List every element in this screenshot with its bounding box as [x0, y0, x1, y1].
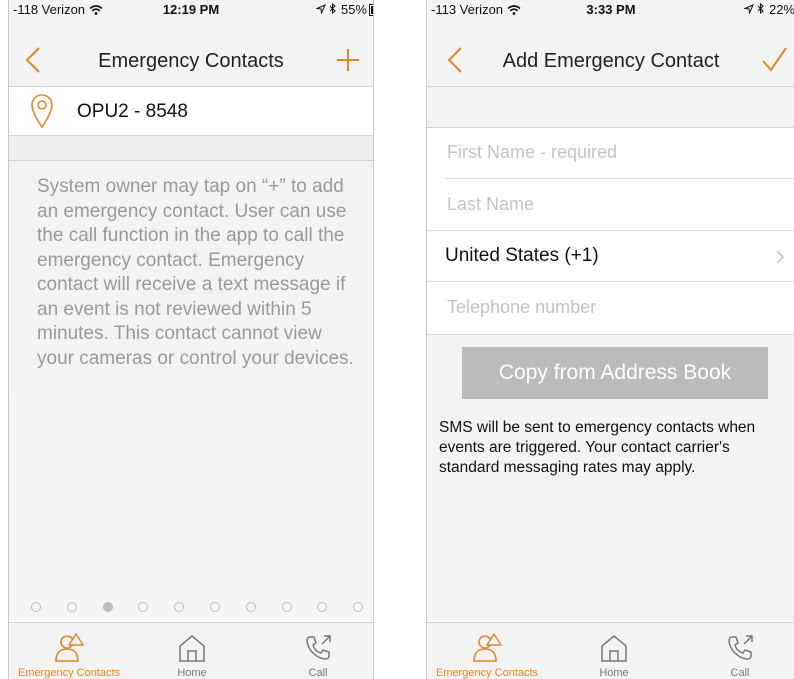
page-dot[interactable]: [353, 602, 364, 612]
page-dot[interactable]: [281, 602, 292, 612]
emergency-contacts-screen: -118 Verizon 12:19 PM 55% Emergency Cont…: [8, 0, 374, 679]
info-text: System owner may tap on “+” to add an em…: [37, 176, 354, 369]
battery-percent: 22%: [768, 2, 794, 17]
location-row[interactable]: OPU2 - 8548: [9, 87, 373, 136]
save-contact-button[interactable]: [757, 42, 791, 78]
person-alert-icon: [473, 632, 503, 662]
home-icon: [601, 635, 627, 662]
chevron-left-icon: [447, 47, 462, 73]
location-name: OPU2 - 8548: [77, 101, 188, 122]
empty-area: [9, 397, 373, 621]
nav-bar: Add Emergency Contact: [427, 20, 794, 87]
battery-percent: 55%: [340, 2, 367, 17]
tab-emergency-contacts[interactable]: Emergency Contacts: [9, 623, 129, 679]
page-dot[interactable]: [102, 602, 113, 612]
tab-label: Emergency Contacts: [435, 667, 539, 679]
tab-call[interactable]: Call: [685, 623, 794, 679]
location-arrow-icon: [742, 4, 754, 15]
page-dot[interactable]: [174, 602, 185, 612]
page-dot[interactable]: [317, 602, 328, 612]
last-name-row: [427, 180, 794, 231]
bluetooth-icon: [329, 2, 337, 15]
page-dot[interactable]: [31, 602, 41, 612]
tab-home[interactable]: Home: [137, 623, 247, 679]
status-right: 55%: [314, 2, 373, 17]
location-pin-icon: [31, 94, 53, 129]
bluetooth-icon: [757, 2, 765, 15]
first-name-row: [427, 128, 794, 179]
tab-label: Call: [308, 667, 328, 679]
info-panel: System owner may tap on “+” to add an em…: [9, 161, 373, 397]
page-title: Emergency Contacts: [98, 50, 284, 72]
page-dot[interactable]: [245, 602, 256, 612]
chevron-right-icon: [776, 250, 785, 264]
location-arrow-icon: [314, 4, 326, 15]
telephone-row: [427, 283, 794, 334]
phone-call-icon: [728, 635, 753, 660]
tab-label: Emergency Contacts: [17, 667, 121, 679]
country-code-selector[interactable]: United States (+1): [427, 231, 794, 282]
page-title: Add Emergency Contact: [502, 50, 720, 72]
add-contact-button[interactable]: [331, 42, 365, 78]
tab-bar: Emergency Contacts Home Call: [427, 622, 794, 679]
plus-icon: [337, 49, 359, 71]
divider: [445, 178, 794, 179]
last-name-field[interactable]: [445, 193, 785, 216]
tab-home[interactable]: Home: [559, 623, 669, 679]
page-indicator[interactable]: [9, 602, 373, 616]
nav-bar: Emergency Contacts: [9, 20, 373, 87]
tab-call[interactable]: Call: [263, 623, 373, 679]
clock: 3:33 PM: [586, 2, 636, 17]
home-icon: [179, 635, 205, 662]
battery-icon: [369, 4, 373, 16]
divider: [427, 281, 794, 282]
section-spacer: [427, 87, 794, 128]
checkmark-icon: [762, 47, 787, 72]
tab-bar: Emergency Contacts Home Call: [9, 622, 373, 679]
section-spacer: [9, 136, 373, 161]
first-name-field[interactable]: [445, 141, 785, 164]
status-right: 22%: [742, 2, 794, 17]
telephone-field[interactable]: [445, 296, 785, 319]
add-emergency-contact-screen: -113 Verizon 3:33 PM 22% Add Emergency C…: [426, 0, 794, 679]
tab-label: Home: [177, 667, 207, 679]
tab-label: Home: [599, 667, 629, 679]
copy-from-address-book-button[interactable]: Copy from Address Book: [462, 347, 768, 399]
phone-call-icon: [306, 635, 331, 660]
chevron-left-icon: [25, 47, 40, 73]
country-label: United States (+1): [445, 245, 599, 266]
status-bar: -118 Verizon 12:19 PM 55%: [9, 0, 373, 20]
page-dot[interactable]: [66, 602, 77, 612]
tab-label: Call: [730, 667, 750, 679]
tab-emergency-contacts[interactable]: Emergency Contacts: [427, 623, 547, 679]
back-button[interactable]: [19, 42, 49, 78]
back-button[interactable]: [441, 42, 471, 78]
status-bar: -113 Verizon 3:33 PM 22%: [427, 0, 794, 20]
page-dot[interactable]: [210, 602, 220, 612]
person-alert-icon: [55, 632, 85, 662]
page-dot[interactable]: [138, 602, 149, 612]
sms-note: SMS will be sent to emergency contacts w…: [439, 419, 756, 476]
